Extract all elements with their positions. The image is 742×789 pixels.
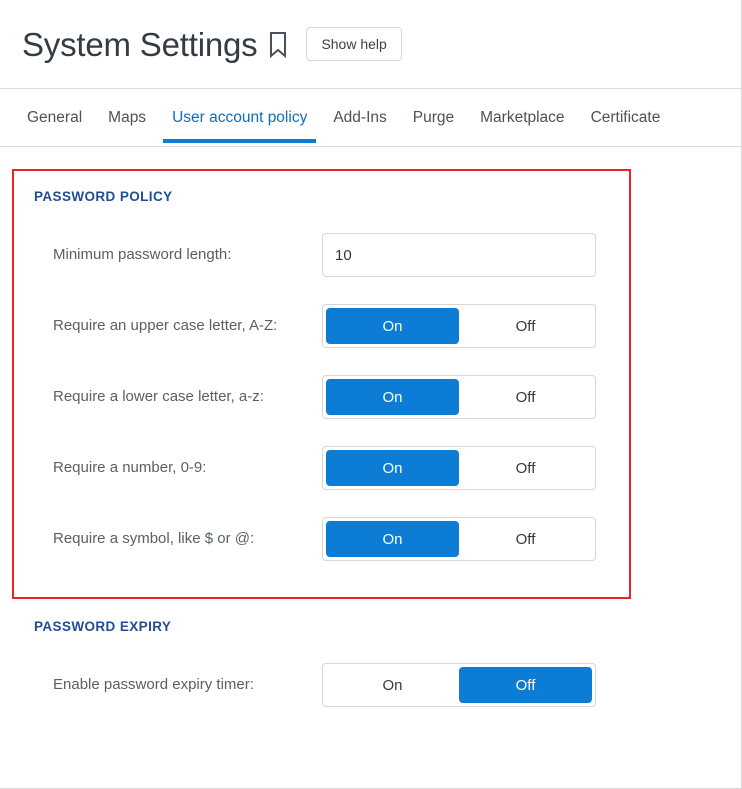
row-label: Require an upper case letter, A-Z: <box>53 317 278 334</box>
tab-user-account-policy[interactable]: User account policy <box>159 89 320 146</box>
settings-tabs: General Maps User account policy Add-Ins… <box>0 89 741 147</box>
page-title: System Settings <box>22 25 258 63</box>
toggle-option-off[interactable]: Off <box>459 450 592 486</box>
row-enable-password-expiry-timer: Enable password expiry timer: On Off <box>34 663 741 707</box>
row-minimum-password-length: Minimum password length: <box>34 233 741 277</box>
enable-password-expiry-timer-toggle[interactable]: On Off <box>322 663 596 707</box>
row-label: Enable password expiry timer: <box>53 676 254 693</box>
toggle-option-on[interactable]: On <box>326 667 459 703</box>
row-require-lower-case: Require a lower case letter, a-z: On Off <box>34 375 741 419</box>
toggle-option-on[interactable]: On <box>326 521 459 557</box>
tab-certificate[interactable]: Certificate <box>578 89 674 146</box>
toggle-option-on[interactable]: On <box>326 308 459 344</box>
toggle-option-off[interactable]: Off <box>459 521 592 557</box>
row-label: Require a lower case letter, a-z: <box>53 388 264 405</box>
row-require-number: Require a number, 0-9: On Off <box>34 446 741 490</box>
password-policy-heading: PASSWORD POLICY <box>34 189 173 204</box>
show-help-button[interactable]: Show help <box>306 26 402 62</box>
page-header: System Settings Show help <box>0 0 741 89</box>
bookmark-icon[interactable] <box>267 31 289 59</box>
system-settings-page: System Settings Show help General Maps U… <box>0 0 742 789</box>
row-label: Require a number, 0-9: <box>53 459 207 476</box>
toggle-option-off[interactable]: Off <box>459 379 592 415</box>
toggle-option-off[interactable]: Off <box>459 308 592 344</box>
require-number-toggle[interactable]: On Off <box>322 446 596 490</box>
row-require-symbol: Require a symbol, like $ or @: On Off <box>34 517 741 561</box>
row-require-upper-case: Require an upper case letter, A-Z: On Of… <box>34 304 741 348</box>
toggle-option-off[interactable]: Off <box>459 667 592 703</box>
require-symbol-toggle[interactable]: On Off <box>322 517 596 561</box>
password-expiry-heading: PASSWORD EXPIRY <box>34 619 172 634</box>
password-policy-section: PASSWORD POLICY Minimum password length:… <box>0 147 741 561</box>
password-expiry-section: PASSWORD EXPIRY Enable password expiry t… <box>0 561 741 707</box>
toggle-option-on[interactable]: On <box>326 450 459 486</box>
minimum-password-length-input[interactable] <box>322 233 596 277</box>
tab-general[interactable]: General <box>14 89 95 146</box>
row-label: Require a symbol, like $ or @: <box>53 530 255 547</box>
tab-maps[interactable]: Maps <box>95 89 159 146</box>
toggle-option-on[interactable]: On <box>326 379 459 415</box>
tab-add-ins[interactable]: Add-Ins <box>320 89 399 146</box>
settings-content: PASSWORD POLICY Minimum password length:… <box>0 147 741 707</box>
require-upper-case-toggle[interactable]: On Off <box>322 304 596 348</box>
tab-purge[interactable]: Purge <box>400 89 467 146</box>
tab-marketplace[interactable]: Marketplace <box>467 89 577 146</box>
row-label: Minimum password length: <box>53 246 232 263</box>
require-lower-case-toggle[interactable]: On Off <box>322 375 596 419</box>
